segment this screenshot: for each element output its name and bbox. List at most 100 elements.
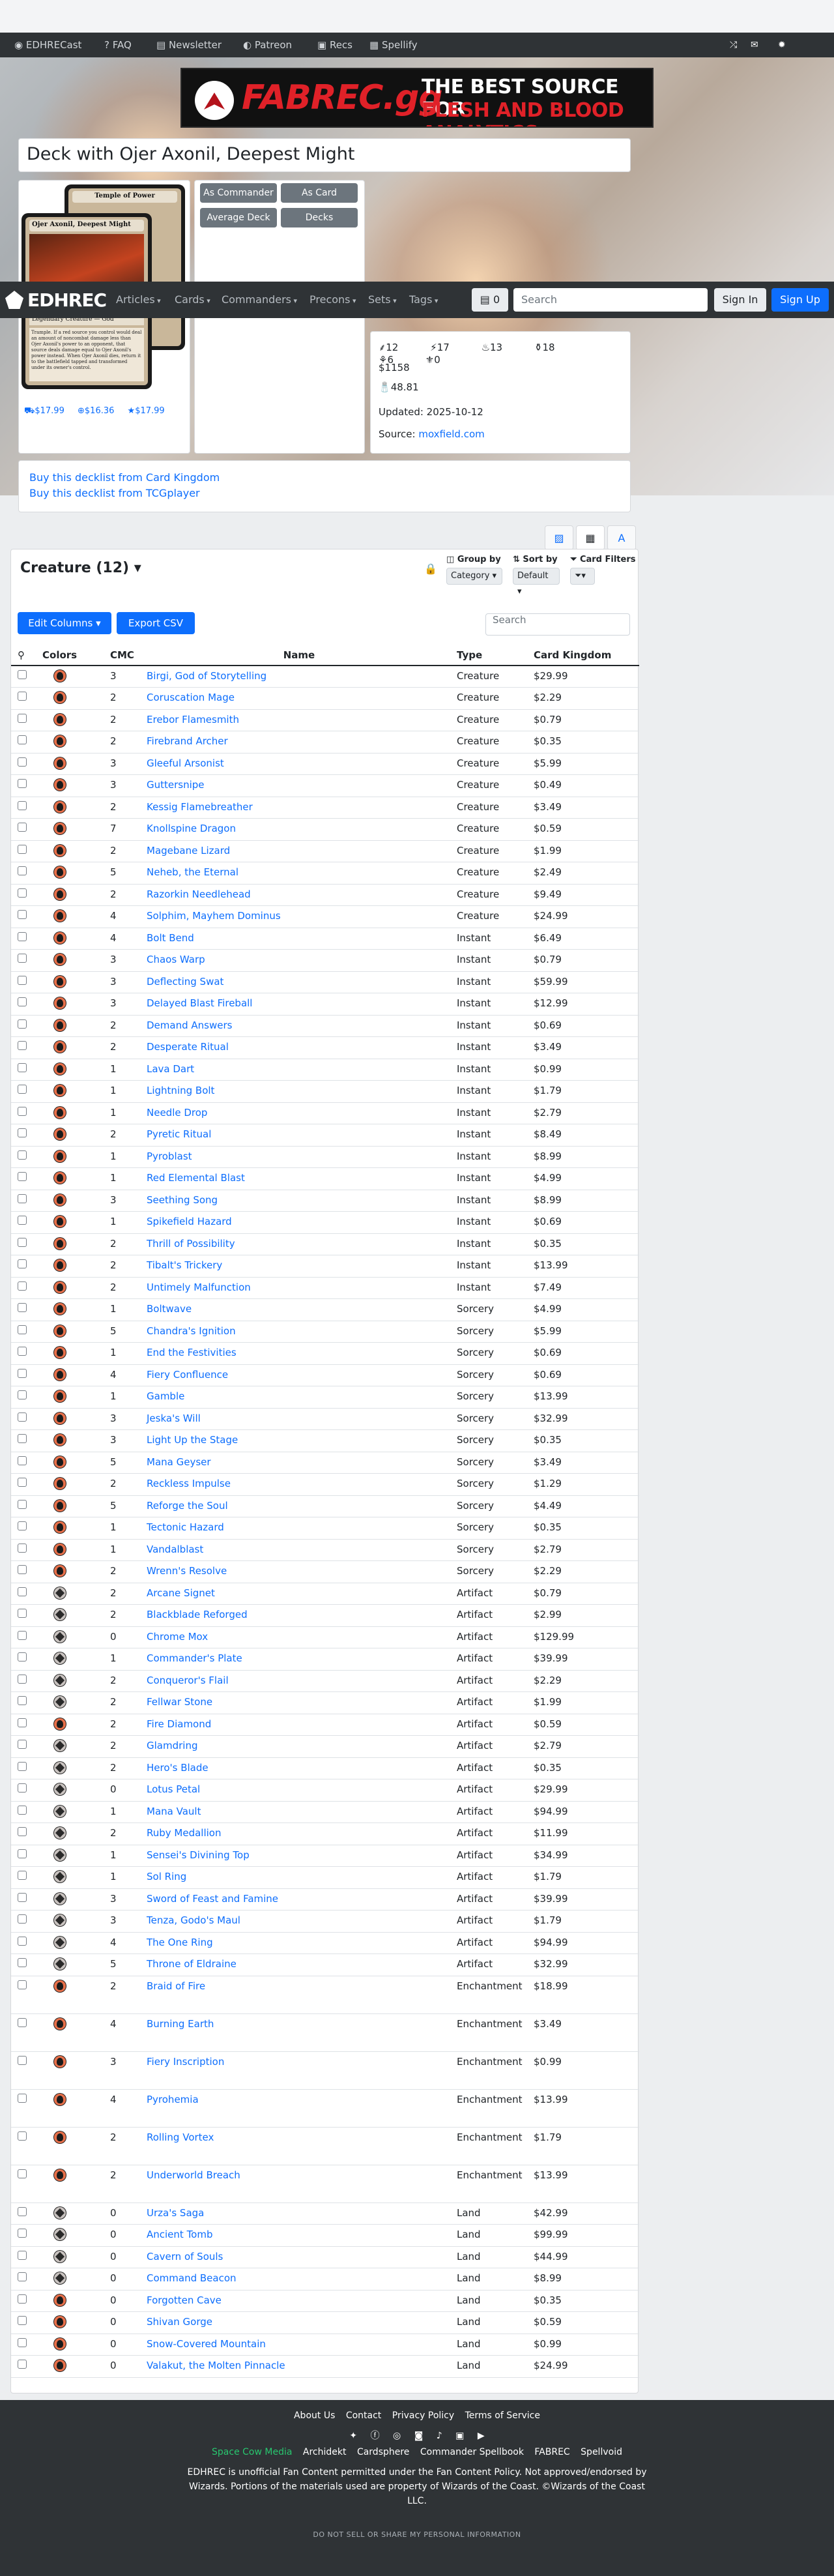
card-name-link[interactable]: Neheb, the Eternal <box>147 866 238 878</box>
row-checkbox[interactable] <box>18 2337 27 2347</box>
card-name-link[interactable]: Mana Geyser <box>147 1456 211 1468</box>
card-name-link[interactable]: Fire Diamond <box>147 1718 211 1730</box>
recs-link[interactable]: ▣ Recs <box>317 33 352 57</box>
card-name-link[interactable]: Birgi, God of Storytelling <box>147 670 266 682</box>
card-name-link[interactable]: Chaos Warp <box>147 954 205 965</box>
card-name-link[interactable]: Delayed Blast Fireball <box>147 997 252 1009</box>
row-checkbox[interactable] <box>18 866 27 875</box>
patreon-link[interactable]: ◐ Patreon <box>243 33 292 57</box>
export-csv-button[interactable]: Export CSV <box>117 612 195 634</box>
youtube-icon[interactable]: ▶ <box>478 2431 485 2441</box>
card-name-link[interactable]: Tenza, Godo's Maul <box>147 1914 240 1926</box>
row-checkbox[interactable] <box>18 1980 27 1989</box>
group-by-select[interactable]: Category ▾ <box>446 568 502 585</box>
card-name-link[interactable]: Firebrand Archer <box>147 735 228 747</box>
card-name-link[interactable]: Fiery Confluence <box>147 1369 228 1381</box>
card-name-link[interactable]: Braid of Fire <box>147 1980 205 1992</box>
row-checkbox[interactable] <box>18 910 27 919</box>
card-name-link[interactable]: Knollspine Dragon <box>147 823 236 834</box>
row-checkbox[interactable] <box>18 735 27 744</box>
card-name-link[interactable]: Pyrohemia <box>147 2094 199 2105</box>
row-checkbox[interactable] <box>18 1609 27 1618</box>
card-name-link[interactable]: Throne of Eldraine <box>147 1958 237 1970</box>
card-name-link[interactable]: Guttersnipe <box>147 779 205 791</box>
row-checkbox[interactable] <box>18 954 27 963</box>
card-name-link[interactable]: Chandra's Ignition <box>147 1325 236 1337</box>
row-checkbox[interactable] <box>18 2272 27 2281</box>
fabrec-link[interactable]: FABREC <box>534 2447 569 2457</box>
card-name-link[interactable]: Lightning Bolt <box>147 1085 214 1096</box>
price-other[interactable]: ★$17.99 <box>128 406 170 416</box>
card-name-link[interactable]: The One Ring <box>147 1937 213 1948</box>
card-name-link[interactable]: Pyretic Ritual <box>147 1128 211 1140</box>
facebook-icon[interactable]: ⓕ <box>371 2431 380 2441</box>
select-all-header[interactable]: ⚲ <box>11 645 40 666</box>
card-name-link[interactable]: Reckless Impulse <box>147 1478 231 1489</box>
row-checkbox[interactable] <box>18 1085 27 1094</box>
row-checkbox[interactable] <box>18 1390 27 1399</box>
row-checkbox[interactable] <box>18 757 27 767</box>
mail-icon[interactable]: ✉ <box>751 33 758 57</box>
card-name-link[interactable]: Burning Earth <box>147 2018 214 2030</box>
tiktok-icon[interactable]: ♪ <box>437 2431 442 2441</box>
card-name-link[interactable]: Underworld Breach <box>147 2169 240 2181</box>
spellvoid-link[interactable]: Spellvoid <box>581 2447 622 2457</box>
row-checkbox[interactable] <box>18 2316 27 2325</box>
edhrec-logo[interactable]: EDHREC <box>5 289 107 311</box>
row-checkbox[interactable] <box>18 1303 27 1312</box>
row-checkbox[interactable] <box>18 1587 27 1596</box>
row-checkbox[interactable] <box>18 1150 27 1160</box>
row-checkbox[interactable] <box>18 1696 27 1705</box>
card-name-link[interactable]: Red Elemental Blast <box>147 1172 245 1184</box>
source-link[interactable]: moxfield.com <box>418 428 484 440</box>
shuffle-icon[interactable]: ⤮ <box>730 33 737 57</box>
buy-cardkingdom-link[interactable]: Buy this decklist from Card Kingdom <box>29 471 220 484</box>
card-name-link[interactable]: Razorkin Needlehead <box>147 888 251 900</box>
nav-sets[interactable]: Sets <box>368 282 397 319</box>
card-name-link[interactable]: Fiery Inscription <box>147 2056 224 2068</box>
card-filters-button[interactable]: ⏷▾ <box>570 568 595 585</box>
deck-counter-button[interactable]: ▤ 0 <box>472 288 508 312</box>
image-view-icon[interactable]: ▨ <box>545 525 573 550</box>
card-name-link[interactable]: Snow-Covered Mountain <box>147 2338 266 2350</box>
discord-icon[interactable]: ◙ <box>414 2431 424 2441</box>
row-checkbox[interactable] <box>18 1216 27 1225</box>
row-checkbox[interactable] <box>18 1193 27 1203</box>
price-tcgplayer[interactable]: ⊕$16.36 <box>78 406 119 416</box>
row-checkbox[interactable] <box>18 2093 27 2103</box>
name-header[interactable]: Name <box>144 645 454 666</box>
card-name-link[interactable]: Sensei's Divining Top <box>147 1849 250 1861</box>
row-checkbox[interactable] <box>18 888 27 898</box>
card-name-link[interactable]: Conqueror's Flail <box>147 1675 229 1686</box>
row-checkbox[interactable] <box>18 1936 27 1946</box>
card-name-link[interactable]: Glamdring <box>147 1740 197 1751</box>
section-title-dropdown[interactable]: Creature (12) ▾ <box>20 560 141 576</box>
row-checkbox[interactable] <box>18 1543 27 1553</box>
cmc-header[interactable]: CMC <box>108 645 144 666</box>
row-checkbox[interactable] <box>18 823 27 832</box>
row-checkbox[interactable] <box>18 1499 27 1509</box>
card-name-link[interactable]: Gamble <box>147 1390 184 1402</box>
edit-columns-button[interactable]: Edit Columns ▾ <box>18 612 111 634</box>
row-checkbox[interactable] <box>18 779 27 788</box>
row-checkbox[interactable] <box>18 1237 27 1247</box>
card-name-link[interactable]: Wrenn's Resolve <box>147 1565 227 1577</box>
table-search-input[interactable]: Search <box>485 613 630 636</box>
row-checkbox[interactable] <box>18 1434 27 1443</box>
nav-cards[interactable]: Cards <box>175 282 210 319</box>
nav-precons[interactable]: Precons <box>309 282 356 319</box>
card-kingdom-header[interactable]: Card Kingdom <box>531 645 639 666</box>
card-name-link[interactable]: Demand Answers <box>147 1019 232 1031</box>
card-name-link[interactable]: Fellwar Stone <box>147 1696 212 1708</box>
nav-articles[interactable]: Articles <box>116 282 161 319</box>
text-view-icon[interactable]: A <box>607 525 636 550</box>
card-name-link[interactable]: Blackblade Reforged <box>147 1609 248 1620</box>
card-name-link[interactable]: Erebor Flamesmith <box>147 714 239 725</box>
row-checkbox[interactable] <box>18 713 27 723</box>
card-name-link[interactable]: Bolt Bend <box>147 932 194 944</box>
row-checkbox[interactable] <box>18 1565 27 1574</box>
row-checkbox[interactable] <box>18 1849 27 1858</box>
row-checkbox[interactable] <box>18 1456 27 1465</box>
about-us-link[interactable]: About Us <box>294 2410 335 2421</box>
row-checkbox[interactable] <box>18 1958 27 1967</box>
